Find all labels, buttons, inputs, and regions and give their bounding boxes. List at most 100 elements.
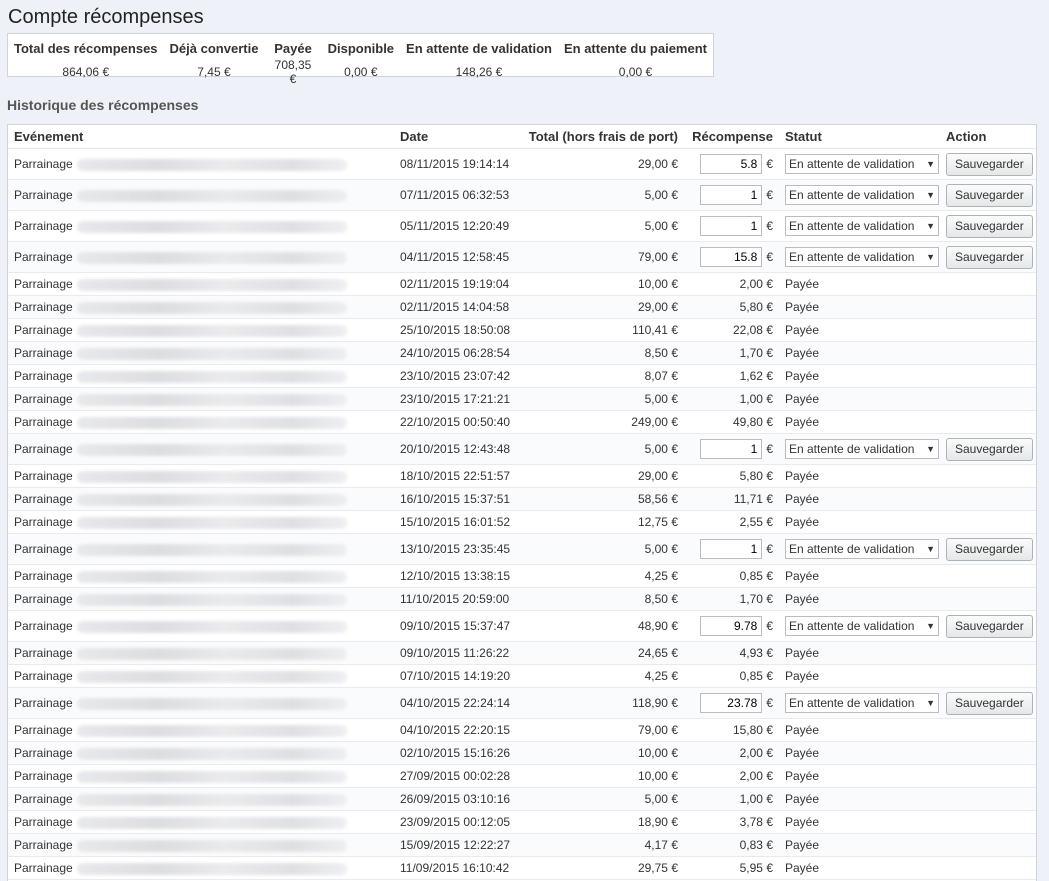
save-button[interactable]: Sauvegarder — [946, 183, 1033, 207]
date-cell: 09/10/2015 15:37:47 — [394, 610, 510, 642]
column-header-status: Statut — [779, 125, 940, 149]
chevron-down-icon: ▼ — [926, 621, 935, 631]
status-cell: Payée — [779, 641, 940, 665]
date-cell: 04/10/2015 22:20:15 — [394, 718, 510, 742]
reward-cell: 5,80 € — [684, 464, 779, 488]
event-cell: Parrainage — [8, 510, 394, 534]
reward-cell: 0,83 € — [684, 833, 779, 857]
currency-symbol: € — [766, 696, 773, 710]
summary-header-row: Total des récompenses Déjà convertie Pay… — [8, 34, 713, 58]
event-label: Parrainage — [14, 619, 73, 633]
total-cell: 24,65 € — [504, 641, 684, 665]
total-cell: 48,90 € — [504, 610, 684, 642]
status-cell: En attente de validation ▼ — [779, 433, 940, 465]
date-cell: 15/10/2015 16:01:52 — [394, 510, 510, 534]
action-cell: Sauvegarder — [940, 533, 1036, 565]
reward-input[interactable] — [700, 693, 763, 713]
save-button[interactable]: Sauvegarder — [946, 214, 1033, 238]
reward-cell: 1,70 € — [684, 587, 779, 611]
column-header-reward: Récompense — [684, 125, 779, 149]
reward-input[interactable] — [700, 185, 763, 205]
save-button[interactable]: Sauvegarder — [946, 245, 1033, 269]
event-label: Parrainage — [14, 569, 73, 583]
table-row: Parrainage 07/10/2015 14:19:20 4,25 €0,85 … — [8, 664, 1036, 688]
event-label: Parrainage — [14, 723, 73, 737]
redacted-referral-details — [76, 862, 347, 875]
action-cell — [940, 364, 1036, 388]
reward-cell: 0,85 € — [684, 664, 779, 688]
reward-input[interactable] — [700, 216, 763, 236]
save-button[interactable]: Sauvegarder — [946, 152, 1033, 176]
event-cell: Parrainage — [8, 487, 394, 511]
redacted-referral-details — [76, 493, 347, 506]
event-label: Parrainage — [14, 300, 73, 314]
total-cell: 10,00 € — [504, 741, 684, 765]
status-cell: En attente de validation ▼ — [779, 179, 940, 211]
event-label: Parrainage — [14, 646, 73, 660]
event-label: Parrainage — [14, 188, 73, 202]
redacted-referral-details — [76, 393, 347, 406]
redacted-referral-details — [76, 301, 347, 314]
redacted-referral-details — [76, 220, 347, 233]
status-select[interactable]: En attente de validation ▼ — [785, 247, 939, 267]
summary-values-row: 864,06 € 7,45 € 708,35 € 0,00 € 148,26 €… — [8, 58, 713, 86]
redacted-referral-details — [76, 189, 347, 202]
table-row: Parrainage 12/10/2015 13:38:15 4,25 €0,85 … — [8, 564, 1036, 588]
status-select-value: En attente de validation — [789, 250, 915, 264]
table-row: Parrainage 15/10/2015 16:01:52 12,75 €2,55… — [8, 510, 1036, 534]
total-cell: 29,00 € — [504, 148, 684, 180]
event-cell: Parrainage — [8, 587, 394, 611]
date-cell: 27/09/2015 00:02:28 — [394, 764, 510, 788]
status-select[interactable]: En attente de validation ▼ — [785, 154, 939, 174]
total-cell: 10,00 € — [504, 764, 684, 788]
save-button[interactable]: Sauvegarder — [946, 614, 1033, 638]
event-cell: Parrainage — [8, 687, 394, 719]
action-cell — [940, 641, 1036, 665]
event-label: Parrainage — [14, 515, 73, 529]
table-row: Parrainage 27/09/2015 00:02:28 10,00 €2,00… — [8, 764, 1036, 788]
save-button[interactable]: Sauvegarder — [946, 691, 1033, 715]
reward-cell: 1,62 € — [684, 364, 779, 388]
status-select[interactable]: En attente de validation ▼ — [785, 539, 939, 559]
event-cell: Parrainage — [8, 833, 394, 857]
redacted-referral-details — [76, 724, 347, 737]
reward-input[interactable] — [700, 616, 763, 636]
event-cell: Parrainage — [8, 410, 394, 434]
reward-cell: 5,95 € — [684, 856, 779, 880]
total-cell: 8,50 € — [504, 587, 684, 611]
reward-input[interactable] — [700, 247, 763, 267]
status-select[interactable]: En attente de validation ▼ — [785, 439, 939, 459]
reward-cell: 0,85 € — [684, 564, 779, 588]
save-button[interactable]: Sauvegarder — [946, 437, 1033, 461]
event-label: Parrainage — [14, 369, 73, 383]
redacted-referral-details — [76, 816, 347, 829]
status-cell: Payée — [779, 787, 940, 811]
reward-input[interactable] — [700, 439, 763, 459]
status-select[interactable]: En attente de validation ▼ — [785, 216, 939, 236]
currency-symbol: € — [766, 542, 773, 556]
table-row: Parrainage 02/10/2015 15:16:26 10,00 €2,00… — [8, 741, 1036, 765]
redacted-referral-details — [76, 770, 347, 783]
event-label: Parrainage — [14, 792, 73, 806]
redacted-referral-details — [76, 839, 347, 852]
currency-symbol: € — [766, 250, 773, 264]
status-select[interactable]: En attente de validation ▼ — [785, 616, 939, 636]
summary-header-pending-validation: En attente de validation — [406, 40, 552, 56]
date-cell: 09/10/2015 11:26:22 — [394, 641, 509, 665]
redacted-referral-details — [76, 793, 347, 806]
date-cell: 11/10/2015 20:59:00 — [394, 587, 509, 611]
column-header-total: Total (hors frais de port) — [504, 125, 684, 149]
save-button[interactable]: Sauvegarder — [946, 537, 1033, 561]
event-label: Parrainage — [14, 746, 73, 760]
event-cell: Parrainage — [8, 664, 394, 688]
reward-input[interactable] — [700, 539, 763, 559]
status-select[interactable]: En attente de validation ▼ — [785, 185, 939, 205]
status-select[interactable]: En attente de validation ▼ — [785, 693, 939, 713]
reward-cell: € — [684, 533, 779, 565]
summary-value-paid: 708,35 € — [274, 58, 312, 86]
reward-input[interactable] — [700, 154, 763, 174]
chevron-down-icon: ▼ — [926, 190, 935, 200]
currency-symbol: € — [766, 219, 773, 233]
redacted-referral-details — [76, 593, 347, 606]
table-row: Parrainage 26/09/2015 03:10:16 5,00 €1,00 … — [8, 787, 1036, 811]
